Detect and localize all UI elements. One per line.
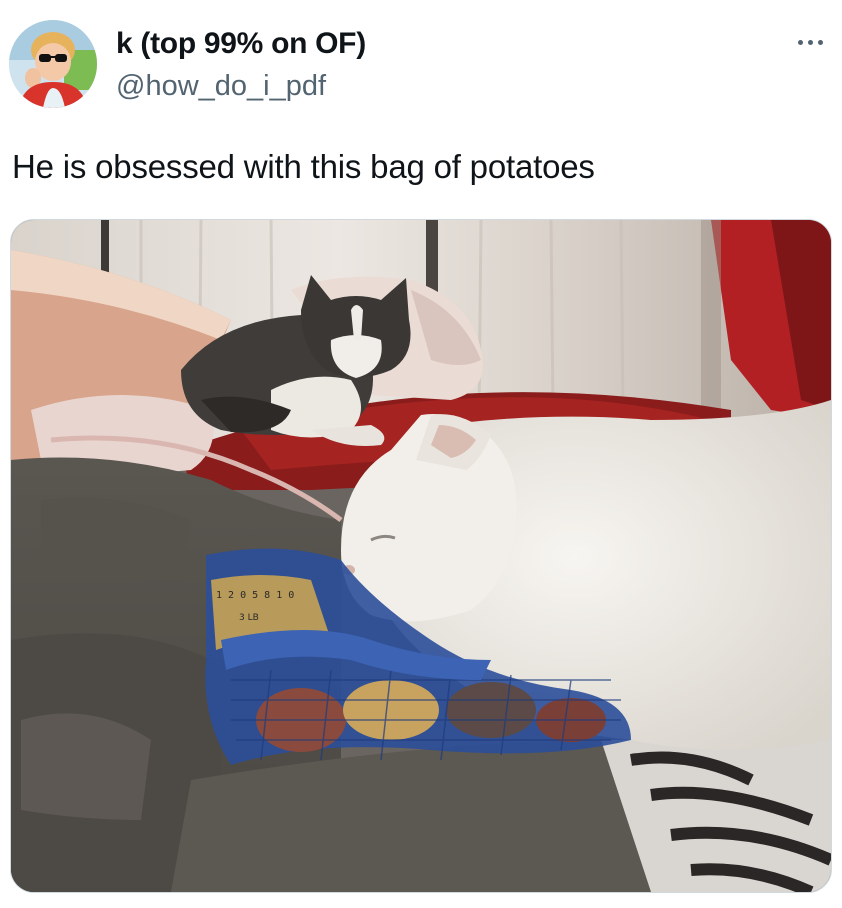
- bag-weight-text: 3 LB: [239, 613, 259, 623]
- profile-photo-icon: [9, 20, 97, 108]
- author-handle[interactable]: @how_do_i_pdf: [116, 68, 326, 104]
- tweet-card: k (top 99% on OF) @how_do_i_pdf He is ob…: [0, 0, 842, 908]
- tweet-text: He is obsessed with this bag of potatoes: [12, 148, 595, 185]
- author-display-name[interactable]: k (top 99% on OF): [116, 26, 366, 62]
- bag-label-text: 1 2 0 5 8 1 0: [216, 590, 294, 601]
- tweet-photo[interactable]: 1 2 0 5 8 1 0 3 LB: [10, 219, 832, 893]
- more-dot: [817, 39, 823, 45]
- avatar[interactable]: [9, 20, 97, 108]
- more-dot: [807, 39, 813, 45]
- cat-and-potatoes-photo: 1 2 0 5 8 1 0 3 LB: [11, 220, 831, 892]
- more-horizontal-icon: [797, 39, 803, 45]
- more-options-button[interactable]: [788, 30, 832, 54]
